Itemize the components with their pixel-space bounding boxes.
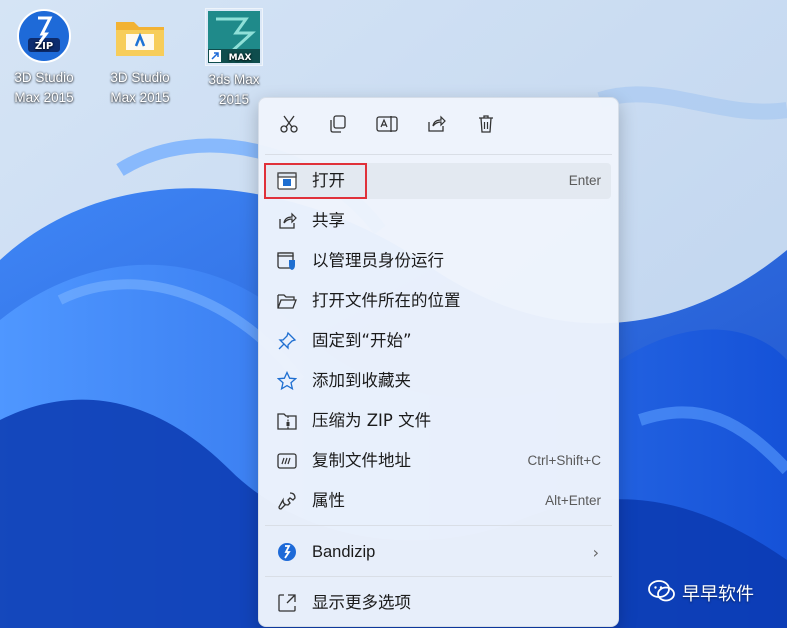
- desktop-icon-3dsmax[interactable]: MAX 3ds Max 2015: [194, 8, 274, 110]
- menu-item-label: 压缩为 ZIP 文件: [312, 411, 432, 430]
- menu-item-properties[interactable]: 属性 Alt+Enter: [265, 483, 611, 519]
- rename-icon: [376, 114, 398, 138]
- menu-item-open-file-location[interactable]: 打开文件所在的位置: [265, 283, 611, 319]
- star-icon: [277, 371, 297, 391]
- menu-item-compress-zip[interactable]: 压缩为 ZIP 文件: [265, 403, 611, 439]
- bandizip-zip-icon: ZIP: [16, 8, 72, 64]
- share-icon: [277, 211, 297, 231]
- desktop-icon-label-line2: Max 2015: [14, 90, 74, 105]
- copy-button[interactable]: [322, 110, 354, 142]
- menu-item-show-more-options[interactable]: 显示更多选项: [265, 585, 611, 621]
- watermark: 早早软件: [648, 579, 754, 607]
- share-button[interactable]: [420, 110, 452, 142]
- wechat-icon: [648, 579, 676, 607]
- menu-item-label: 属性: [312, 491, 345, 510]
- admin-shield-icon: [277, 251, 297, 271]
- menu-separator: [265, 154, 612, 155]
- bandizip-icon: [277, 542, 297, 562]
- 3ds-max-app-icon: MAX: [205, 8, 263, 66]
- menu-item-label: Bandizip: [312, 543, 376, 561]
- highlight-box: [264, 163, 367, 199]
- menu-separator: [265, 576, 612, 577]
- menu-item-shortcut: Ctrl+Shift+C: [527, 453, 601, 468]
- menu-item-share[interactable]: 共享: [265, 203, 611, 239]
- svg-text:ZIP: ZIP: [35, 41, 53, 52]
- menu-item-label: 固定到“开始”: [312, 331, 412, 350]
- desktop-icon-label-line2: Max 2015: [110, 90, 170, 105]
- menu-item-pin-to-start[interactable]: 固定到“开始”: [265, 323, 611, 359]
- svg-text:MAX: MAX: [229, 53, 252, 63]
- menu-item-label: 打开文件所在的位置: [312, 291, 461, 310]
- desktop-icon-label-line1: 3ds Max: [208, 72, 260, 87]
- menu-item-shortcut: Enter: [568, 173, 601, 188]
- desktop-icon-folder[interactable]: 3D Studio Max 2015: [100, 8, 180, 108]
- submenu-chevron-icon: ›: [592, 543, 599, 562]
- desktop-icon-zip[interactable]: ZIP 3D Studio Max 2015: [4, 8, 84, 108]
- watermark-text: 早早软件: [682, 584, 754, 605]
- delete-button[interactable]: [470, 110, 502, 142]
- delete-icon: [476, 114, 496, 138]
- menu-item-label: 显示更多选项: [312, 593, 411, 612]
- menu-item-bandizip[interactable]: Bandizip ›: [265, 534, 611, 570]
- desktop-icon-label-line1: 3D Studio: [110, 70, 170, 85]
- menu-item-label: 复制文件地址: [312, 451, 411, 470]
- folder-open-icon: [277, 291, 297, 311]
- menu-item-run-as-admin[interactable]: 以管理员身份运行: [265, 243, 611, 279]
- context-menu-toolbar: [259, 108, 618, 144]
- copy-path-icon: [277, 451, 297, 471]
- share-icon: [426, 114, 446, 138]
- menu-item-add-to-favorites[interactable]: 添加到收藏夹: [265, 363, 611, 399]
- zip-folder-icon: [277, 411, 297, 431]
- cut-button[interactable]: [273, 110, 305, 142]
- menu-item-label: 添加到收藏夹: [312, 371, 411, 390]
- folder-icon: [112, 8, 168, 64]
- menu-item-label: 以管理员身份运行: [312, 251, 444, 270]
- rename-button[interactable]: [371, 110, 403, 142]
- menu-item-copy-path[interactable]: 复制文件地址 Ctrl+Shift+C: [265, 443, 611, 479]
- menu-item-label: 共享: [312, 211, 345, 230]
- menu-separator: [265, 525, 612, 526]
- copy-icon: [328, 114, 348, 138]
- wrench-icon: [277, 491, 297, 511]
- desktop-icon-label-line1: 3D Studio: [14, 70, 74, 85]
- cut-icon: [279, 114, 299, 138]
- more-options-icon: [277, 593, 297, 613]
- menu-item-shortcut: Alt+Enter: [545, 493, 601, 508]
- pin-icon: [277, 331, 297, 351]
